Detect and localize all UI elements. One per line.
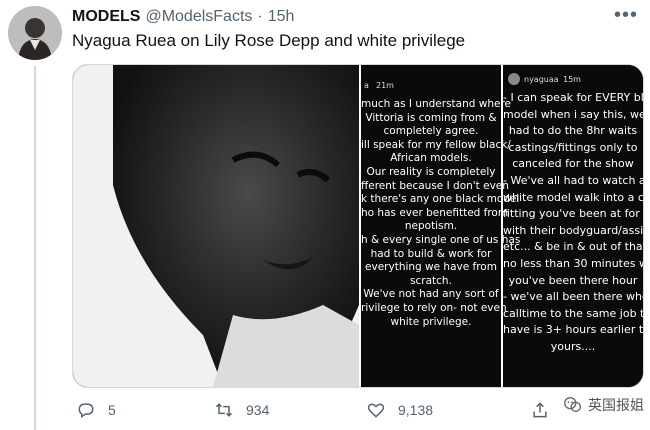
handle[interactable]: @ModelsFacts [145, 8, 252, 26]
display-name[interactable]: MODELS [72, 8, 140, 26]
heart-icon [367, 403, 385, 418]
story-middle-user: a [364, 81, 369, 90]
thread-line [34, 66, 36, 430]
watermark: 英国报姐 [562, 394, 644, 416]
like-button[interactable]: 9,138 [366, 398, 433, 422]
retweet-icon [215, 403, 233, 417]
share-button[interactable] [530, 398, 562, 422]
separator: · [257, 8, 263, 25]
portrait-collar [213, 305, 359, 387]
reply-icon [78, 403, 94, 419]
action-bar: 5 934 9,138 [72, 398, 642, 422]
retweet-button[interactable]: 934 [214, 398, 269, 422]
share-icon [533, 402, 547, 418]
reply-button[interactable]: 5 [76, 398, 116, 422]
reply-count: 5 [108, 402, 116, 418]
retweet-count: 934 [246, 402, 270, 418]
avatar[interactable] [8, 6, 62, 60]
tweet-header: MODELS @ModelsFacts · 15h [72, 6, 294, 28]
story-right-user: nyaguaa [524, 75, 559, 84]
like-count: 9,138 [398, 402, 434, 418]
media-grid[interactable]: a 21m much as I understand where Vittori… [72, 64, 644, 388]
watermark-text: 英国报姐 [588, 397, 644, 413]
story-middle-time: 21m [376, 81, 394, 90]
timestamp[interactable]: 15h [268, 8, 295, 26]
more-dots-icon[interactable]: ••• [614, 5, 638, 25]
wechat-icon [564, 396, 582, 413]
story-right-time: 15m [563, 75, 581, 84]
story-middle-text: much as I understand where Vittoria is c… [361, 98, 520, 328]
tweet-text: Nyagua Ruea on Lily Rose Depp and white … [72, 31, 466, 50]
story-right-text: - I can speak for EVERY bl model when i … [503, 91, 644, 353]
